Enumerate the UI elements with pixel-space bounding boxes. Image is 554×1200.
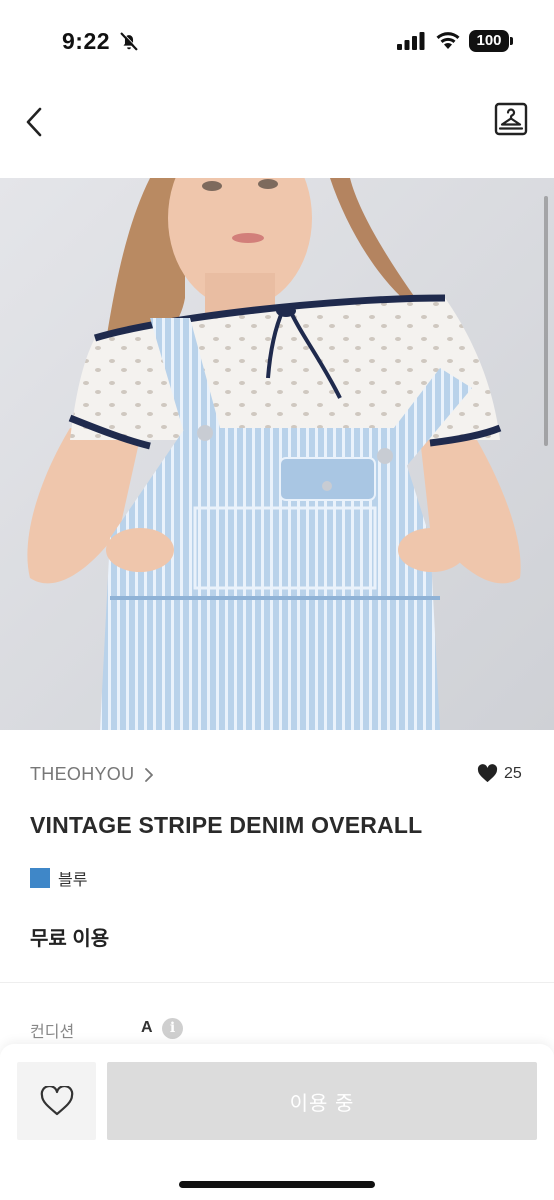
- heart-outline-icon: [40, 1086, 73, 1116]
- chevron-left-icon: [26, 107, 42, 137]
- color-name: 블루: [58, 872, 88, 889]
- color-option: 블루: [30, 866, 87, 890]
- condition-label: 컨디션: [30, 1024, 75, 1041]
- like-counter[interactable]: 25: [477, 764, 522, 783]
- wishlist-button[interactable]: [17, 1062, 96, 1140]
- status-bar: 9:22 100: [0, 0, 554, 80]
- in-use-button[interactable]: 이용 중: [107, 1062, 537, 1140]
- bottom-action-bar: 이용 중: [0, 1044, 554, 1200]
- product-title: VINTAGE STRIPE DENIM OVERALL: [30, 812, 423, 838]
- product-image: [0, 178, 554, 730]
- image-scroll-indicator: [544, 196, 548, 446]
- back-button[interactable]: [18, 102, 50, 142]
- status-time: 9:22: [62, 28, 111, 54]
- battery-tip: [510, 37, 513, 45]
- home-indicator: [179, 1181, 375, 1188]
- brand-name: THEOHYOU: [30, 764, 135, 784]
- hanger-icon[interactable]: [494, 102, 528, 136]
- nav-bar: [0, 80, 554, 176]
- like-count: 25: [504, 764, 522, 782]
- battery-icon: 100: [469, 30, 509, 52]
- bell-off-icon: [120, 32, 138, 51]
- signal-icon: [397, 32, 425, 50]
- price-label: 무료 이용: [30, 928, 110, 950]
- section-divider: [0, 982, 554, 983]
- product-photo: [0, 178, 554, 730]
- heart-filled-icon: [477, 764, 498, 783]
- brand-link[interactable]: THEOHYOU: [30, 764, 154, 785]
- chevron-right-icon: [145, 767, 154, 782]
- wifi-icon: [436, 32, 460, 49]
- info-icon[interactable]: i: [162, 1018, 183, 1039]
- color-swatch: [30, 868, 50, 888]
- condition-value: A: [141, 1019, 153, 1036]
